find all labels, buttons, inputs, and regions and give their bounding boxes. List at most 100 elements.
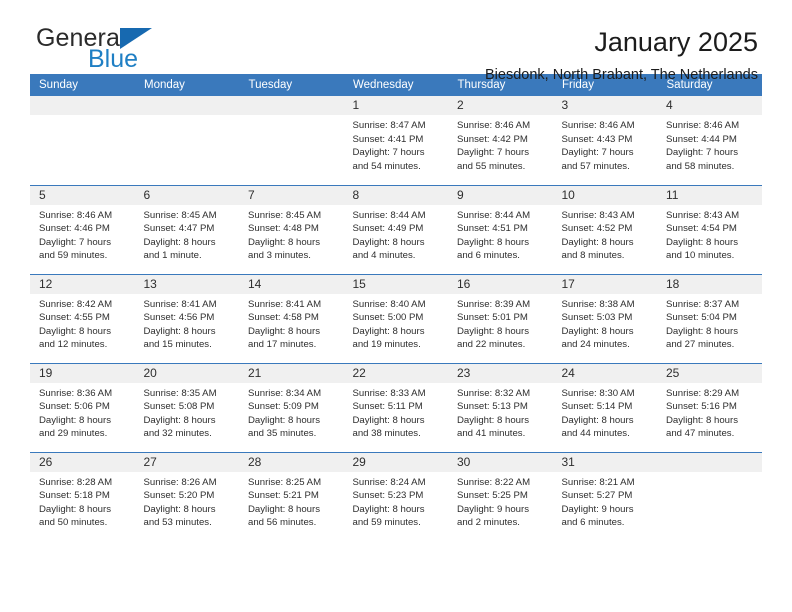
day-number — [30, 96, 135, 115]
calendar-cell-empty — [134, 96, 240, 185]
day-detail-lines — [135, 115, 240, 119]
day-detail-lines: Sunrise: 8:41 AM Sunset: 4:56 PM Daylight:… — [135, 294, 240, 352]
day-detail-lines: Sunrise: 8:33 AM Sunset: 5:11 PM Daylight:… — [344, 383, 449, 441]
calendar-day-cell[interactable]: 15 Sunrise: 8:40 AM Sunset: 5:00 PM Dayligh… — [343, 273, 448, 363]
sunset-text: Sunset: 4:47 PM — [143, 223, 215, 235]
calendar-day-cell[interactable]: 7 Sunrise: 8:45 AM Sunset: 4:48 PM Daylight… — [239, 184, 344, 274]
sunset-text: Sunset: 5:01 PM — [457, 312, 528, 324]
daylight-text: Daylight: 9 hours — [561, 503, 634, 515]
day-detail-lines: Sunrise: 8:34 AM Sunset: 5:09 PM Daylight:… — [239, 383, 344, 441]
day-number: 8 — [343, 185, 448, 205]
calendar-day-cell[interactable]: 31 Sunrise: 8:21 AM Sunset: 5:27 PM Dayligh… — [552, 451, 658, 541]
day-number: 27 — [134, 452, 239, 472]
sunrise-text: Sunrise: 8:37 AM — [666, 298, 740, 310]
calendar-day-cell[interactable]: 1 Sunrise: 8:47 AM Sunset: 4:41 PM Daylight… — [343, 96, 448, 185]
day-detail-lines: Sunrise: 8:21 AM Sunset: 5:27 PM Daylight:… — [553, 472, 658, 530]
calendar-day-cell[interactable]: 6 Sunrise: 8:45 AM Sunset: 4:47 PM Daylight… — [134, 184, 240, 274]
day-number: 29 — [343, 452, 448, 472]
calendar-day-cell[interactable]: 24 Sunrise: 8:30 AM Sunset: 5:14 PM Dayligh… — [552, 362, 657, 452]
daylight-text: Daylight: 7 hours — [457, 147, 529, 159]
daylight-text: Daylight: 8 hours — [352, 503, 425, 515]
daylight-text: Daylight: 8 hours — [352, 414, 425, 426]
daylight-text: Daylight: 8 hours — [143, 503, 216, 515]
sunset-text: Sunset: 5:18 PM — [39, 490, 110, 502]
day-detail-lines: Sunrise: 8:45 AM Sunset: 4:47 PM Daylight:… — [135, 205, 240, 263]
sunrise-text: Sunrise: 8:22 AM — [457, 476, 531, 488]
weekday-header-tuesday: Tuesday — [239, 74, 344, 96]
sunset-text: Sunset: 5:09 PM — [248, 401, 319, 413]
day-detail-lines: Sunrise: 8:32 AM Sunset: 5:13 PM Daylight:… — [448, 383, 553, 441]
sunset-text: Sunset: 5:20 PM — [143, 490, 215, 502]
sunrise-text: Sunrise: 8:21 AM — [561, 476, 635, 488]
calendar-day-cell[interactable]: 19 Sunrise: 8:36 AM Sunset: 5:06 PM Dayligh… — [30, 362, 135, 452]
sunrise-text: Sunrise: 8:30 AM — [561, 387, 635, 399]
day-detail-lines: Sunrise: 8:36 AM Sunset: 5:06 PM Daylight:… — [30, 383, 135, 441]
calendar-day-cell[interactable]: 4 Sunrise: 8:46 AM Sunset: 4:44 PM Daylight… — [657, 96, 762, 185]
calendar-day-cell[interactable]: 9 Sunrise: 8:44 AM Sunset: 4:51 PM Daylight… — [448, 184, 553, 274]
day-detail-lines: Sunrise: 8:46 AM Sunset: 4:42 PM Daylight:… — [448, 115, 553, 173]
sunset-text: Sunset: 5:04 PM — [666, 312, 737, 324]
daylight-text: and 47 minutes. — [666, 428, 735, 440]
calendar-day-cell[interactable]: 18 Sunrise: 8:37 AM Sunset: 5:04 PM Dayligh… — [657, 273, 762, 363]
day-number: 26 — [30, 452, 135, 472]
daylight-text: and 29 minutes. — [39, 428, 108, 440]
day-detail-lines: Sunrise: 8:44 AM Sunset: 4:51 PM Daylight:… — [448, 205, 553, 263]
calendar-day-cell[interactable]: 14 Sunrise: 8:41 AM Sunset: 4:58 PM Dayligh… — [239, 273, 344, 363]
day-number: 18 — [657, 274, 762, 294]
day-detail-lines: Sunrise: 8:41 AM Sunset: 4:58 PM Daylight:… — [239, 294, 344, 352]
calendar-day-cell[interactable]: 30 Sunrise: 8:22 AM Sunset: 5:25 PM Dayligh… — [448, 451, 553, 541]
sunrise-text: Sunrise: 8:25 AM — [248, 476, 322, 488]
general-blue-logo[interactable]: General Blue — [30, 26, 210, 72]
calendar-day-cell[interactable]: 28 Sunrise: 8:25 AM Sunset: 5:21 PM Dayligh… — [239, 451, 344, 541]
calendar-day-cell[interactable]: 25 Sunrise: 8:29 AM Sunset: 5:16 PM Dayligh… — [657, 362, 762, 452]
daylight-text: Daylight: 8 hours — [248, 236, 320, 248]
daylight-text: and 32 minutes. — [143, 428, 212, 440]
calendar-day-cell[interactable]: 12 Sunrise: 8:42 AM Sunset: 4:55 PM Dayligh… — [30, 273, 135, 363]
calendar-day-cell[interactable]: 26 Sunrise: 8:28 AM Sunset: 5:18 PM Dayligh… — [30, 451, 135, 541]
calendar-day-cell[interactable]: 16 Sunrise: 8:39 AM Sunset: 5:01 PM Dayligh… — [448, 273, 553, 363]
daylight-text: Daylight: 7 hours — [666, 147, 738, 159]
calendar-day-cell[interactable]: 2 Sunrise: 8:46 AM Sunset: 4:42 PM Daylight… — [448, 96, 553, 185]
sunrise-text: Sunrise: 8:26 AM — [143, 476, 217, 488]
sunrise-text: Sunrise: 8:35 AM — [143, 387, 217, 399]
daylight-text: and 2 minutes. — [457, 517, 520, 529]
calendar-day-cell[interactable]: 10 Sunrise: 8:43 AM Sunset: 4:52 PM Dayligh… — [552, 184, 657, 274]
sunrise-text: Sunrise: 8:32 AM — [457, 387, 531, 399]
calendar-day-cell[interactable]: 11 Sunrise: 8:43 AM Sunset: 4:54 PM Dayligh… — [657, 184, 762, 274]
sunrise-text: Sunrise: 8:24 AM — [352, 476, 426, 488]
day-number — [134, 96, 239, 115]
calendar-day-cell[interactable]: 29 Sunrise: 8:24 AM Sunset: 5:23 PM Dayligh… — [343, 451, 448, 541]
daylight-text: Daylight: 8 hours — [457, 414, 529, 426]
sunrise-text: Sunrise: 8:47 AM — [352, 120, 426, 131]
calendar-day-cell[interactable]: 23 Sunrise: 8:32 AM Sunset: 5:13 PM Dayligh… — [448, 362, 553, 452]
calendar-day-cell[interactable]: 21 Sunrise: 8:34 AM Sunset: 5:09 PM Dayligh… — [239, 362, 344, 452]
sunset-text: Sunset: 5:06 PM — [39, 401, 110, 413]
daylight-text: and 50 minutes. — [39, 517, 108, 529]
calendar-day-cell[interactable]: 8 Sunrise: 8:44 AM Sunset: 4:49 PM Daylight… — [343, 184, 448, 274]
calendar-day-cell[interactable]: 5 Sunrise: 8:46 AM Sunset: 4:46 PM Daylight… — [30, 184, 135, 274]
daylight-text: and 27 minutes. — [666, 339, 735, 351]
sunrise-text: Sunrise: 8:40 AM — [352, 298, 426, 310]
calendar-day-cell[interactable]: 3 Sunrise: 8:46 AM Sunset: 4:43 PM Daylight… — [552, 96, 657, 185]
title-block: January 2025 Biesdonk, North Brabant, Th… — [485, 26, 762, 85]
daylight-text: and 6 minutes. — [457, 250, 520, 262]
calendar-day-cell[interactable]: 13 Sunrise: 8:41 AM Sunset: 4:56 PM Dayligh… — [134, 273, 240, 363]
daylight-text: and 3 minutes. — [248, 250, 311, 262]
day-detail-lines: Sunrise: 8:22 AM Sunset: 5:25 PM Daylight:… — [448, 472, 553, 530]
calendar-week-row: 19 Sunrise: 8:36 AM Sunset: 5:06 PM Dayligh… — [30, 362, 762, 452]
calendar-day-cell[interactable]: 17 Sunrise: 8:38 AM Sunset: 5:03 PM Dayligh… — [552, 273, 657, 363]
sunrise-text: Sunrise: 8:45 AM — [143, 209, 217, 221]
calendar-day-cell[interactable]: 20 Sunrise: 8:35 AM Sunset: 5:08 PM Dayligh… — [134, 362, 239, 452]
sunset-text: Sunset: 4:58 PM — [248, 312, 319, 324]
calendar-day-cell[interactable]: 27 Sunrise: 8:26 AM Sunset: 5:20 PM Dayligh… — [134, 451, 239, 541]
calendar-day-cell[interactable]: 22 Sunrise: 8:33 AM Sunset: 5:11 PM Dayligh… — [343, 362, 449, 452]
daylight-text: Daylight: 8 hours — [248, 414, 320, 426]
sunset-text: Sunset: 5:08 PM — [143, 401, 215, 413]
day-number: 20 — [134, 363, 239, 383]
sunrise-text: Sunrise: 8:36 AM — [39, 387, 113, 399]
day-number: 4 — [657, 96, 762, 115]
sunset-text: Sunset: 4:51 PM — [457, 223, 528, 235]
day-number: 30 — [448, 452, 553, 472]
daylight-text: and 19 minutes. — [352, 339, 421, 351]
daylight-text: Daylight: 8 hours — [666, 414, 738, 426]
